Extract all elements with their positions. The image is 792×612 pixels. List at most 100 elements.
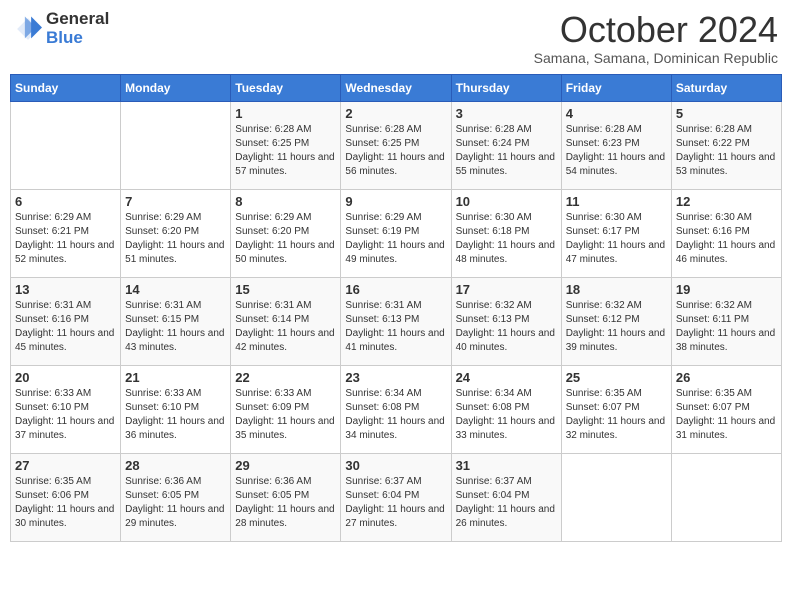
day-number: 18: [566, 282, 667, 297]
logo: General Blue: [14, 10, 109, 47]
day-info: Sunrise: 6:29 AMSunset: 6:21 PMDaylight:…: [15, 211, 116, 267]
day-info: Sunrise: 6:32 AMSunset: 6:11 PMDaylight:…: [676, 299, 777, 355]
day-number: 19: [676, 282, 777, 297]
calendar-cell: 27Sunrise: 6:35 AMSunset: 6:06 PMDayligh…: [11, 453, 121, 541]
calendar-cell: 14Sunrise: 6:31 AMSunset: 6:15 PMDayligh…: [121, 277, 231, 365]
calendar-cell: 9Sunrise: 6:29 AMSunset: 6:19 PMDaylight…: [341, 189, 451, 277]
day-number: 23: [345, 370, 446, 385]
day-info: Sunrise: 6:36 AMSunset: 6:05 PMDaylight:…: [125, 475, 226, 531]
day-info: Sunrise: 6:30 AMSunset: 6:17 PMDaylight:…: [566, 211, 667, 267]
calendar-cell: 28 Sunrise: 6:36 AMSunset: 6:05 PMDayligh…: [121, 453, 231, 541]
day-info: Sunrise: 6:32 AMSunset: 6:12 PMDaylight:…: [566, 299, 667, 355]
calendar-cell: 25 Sunrise: 6:35 AMSunset: 6:07 PMDayligh…: [561, 365, 671, 453]
day-info: Sunrise: 6:35 AMSunset: 6:07 PMDaylight:…: [566, 387, 667, 443]
day-info: Sunrise: 6:29 AMSunset: 6:20 PMDaylight:…: [125, 211, 226, 267]
week-row-3: 13 Sunrise: 6:31 AMSunset: 6:16 PMDayligh…: [11, 277, 782, 365]
day-number: 1: [235, 106, 336, 121]
title-block: October 2024 Samana, Samana, Dominican R…: [534, 10, 778, 66]
day-info: Sunrise: 6:34 AMSunset: 6:08 PMDaylight:…: [345, 387, 446, 443]
logo-blue: Blue: [46, 29, 109, 48]
calendar-cell: 26Sunrise: 6:35 AMSunset: 6:07 PMDayligh…: [671, 365, 781, 453]
day-number: 16: [345, 282, 446, 297]
day-number: 21: [125, 370, 226, 385]
day-info: Sunrise: 6:30 AMSunset: 6:18 PMDaylight:…: [456, 211, 557, 267]
page-header: General Blue October 2024 Samana, Samana…: [10, 10, 782, 66]
day-info: Sunrise: 6:28 AMSunset: 6:25 PMDaylight:…: [345, 123, 446, 179]
calendar-body: 1 Sunrise: 6:28 AMSunset: 6:25 PMDaylight…: [11, 101, 782, 541]
day-number: 29: [235, 458, 336, 473]
day-info: Sunrise: 6:31 AMSunset: 6:16 PMDaylight:…: [15, 299, 116, 355]
day-info: Sunrise: 6:28 AMSunset: 6:22 PMDaylight:…: [676, 123, 777, 179]
day-info: Sunrise: 6:31 AMSunset: 6:13 PMDaylight:…: [345, 299, 446, 355]
calendar-cell: 15Sunrise: 6:31 AMSunset: 6:14 PMDayligh…: [231, 277, 341, 365]
day-info: Sunrise: 6:33 AMSunset: 6:10 PMDaylight:…: [125, 387, 226, 443]
calendar-cell: 20 Sunrise: 6:33 AMSunset: 6:10 PMDayligh…: [11, 365, 121, 453]
logo-text: General Blue: [46, 10, 109, 47]
day-info: Sunrise: 6:28 AMSunset: 6:25 PMDaylight:…: [235, 123, 336, 179]
calendar-cell: 21 Sunrise: 6:33 AMSunset: 6:10 PMDayligh…: [121, 365, 231, 453]
day-number: 11: [566, 194, 667, 209]
day-info: Sunrise: 6:29 AMSunset: 6:19 PMDaylight:…: [345, 211, 446, 267]
day-header-tuesday: Tuesday: [231, 74, 341, 101]
day-number: 30: [345, 458, 446, 473]
day-number: 31: [456, 458, 557, 473]
calendar-cell: 6 Sunrise: 6:29 AMSunset: 6:21 PMDaylight…: [11, 189, 121, 277]
day-number: 12: [676, 194, 777, 209]
calendar-cell: 23 Sunrise: 6:34 AMSunset: 6:08 PMDayligh…: [341, 365, 451, 453]
day-number: 3: [456, 106, 557, 121]
day-number: 24: [456, 370, 557, 385]
calendar-cell: 1 Sunrise: 6:28 AMSunset: 6:25 PMDaylight…: [231, 101, 341, 189]
calendar-cell: 7Sunrise: 6:29 AMSunset: 6:20 PMDaylight…: [121, 189, 231, 277]
day-number: 27: [15, 458, 116, 473]
calendar-cell: 10 Sunrise: 6:30 AMSunset: 6:18 PMDayligh…: [451, 189, 561, 277]
day-number: 17: [456, 282, 557, 297]
day-number: 4: [566, 106, 667, 121]
calendar-cell: 17 Sunrise: 6:32 AMSunset: 6:13 PMDayligh…: [451, 277, 561, 365]
calendar-cell: 8 Sunrise: 6:29 AMSunset: 6:20 PMDaylight…: [231, 189, 341, 277]
logo-icon: [14, 15, 42, 43]
calendar-cell: 31Sunrise: 6:37 AMSunset: 6:04 PMDayligh…: [451, 453, 561, 541]
calendar-cell: 29 Sunrise: 6:36 AMSunset: 6:05 PMDayligh…: [231, 453, 341, 541]
calendar-cell: 5 Sunrise: 6:28 AMSunset: 6:22 PMDaylight…: [671, 101, 781, 189]
day-number: 20: [15, 370, 116, 385]
day-header-sunday: Sunday: [11, 74, 121, 101]
day-header-friday: Friday: [561, 74, 671, 101]
calendar-cell: 16 Sunrise: 6:31 AMSunset: 6:13 PMDayligh…: [341, 277, 451, 365]
calendar-cell: [11, 101, 121, 189]
day-info: Sunrise: 6:32 AMSunset: 6:13 PMDaylight:…: [456, 299, 557, 355]
day-info: Sunrise: 6:33 AMSunset: 6:10 PMDaylight:…: [15, 387, 116, 443]
calendar-cell: 11 Sunrise: 6:30 AMSunset: 6:17 PMDayligh…: [561, 189, 671, 277]
calendar-cell: 12Sunrise: 6:30 AMSunset: 6:16 PMDayligh…: [671, 189, 781, 277]
day-info: Sunrise: 6:36 AMSunset: 6:05 PMDaylight:…: [235, 475, 336, 531]
calendar-cell: [121, 101, 231, 189]
day-number: 25: [566, 370, 667, 385]
day-number: 13: [15, 282, 116, 297]
week-row-1: 1 Sunrise: 6:28 AMSunset: 6:25 PMDaylight…: [11, 101, 782, 189]
day-number: 6: [15, 194, 116, 209]
day-info: Sunrise: 6:31 AMSunset: 6:15 PMDaylight:…: [125, 299, 226, 355]
day-info: Sunrise: 6:28 AMSunset: 6:23 PMDaylight:…: [566, 123, 667, 179]
day-number: 8: [235, 194, 336, 209]
day-number: 22: [235, 370, 336, 385]
day-info: Sunrise: 6:29 AMSunset: 6:20 PMDaylight:…: [235, 211, 336, 267]
calendar-cell: [671, 453, 781, 541]
calendar-cell: 30 Sunrise: 6:37 AMSunset: 6:04 PMDayligh…: [341, 453, 451, 541]
month-title: October 2024: [534, 10, 778, 50]
calendar-cell: 4 Sunrise: 6:28 AMSunset: 6:23 PMDaylight…: [561, 101, 671, 189]
week-row-4: 20 Sunrise: 6:33 AMSunset: 6:10 PMDayligh…: [11, 365, 782, 453]
week-row-2: 6 Sunrise: 6:29 AMSunset: 6:21 PMDaylight…: [11, 189, 782, 277]
day-number: 5: [676, 106, 777, 121]
day-header-saturday: Saturday: [671, 74, 781, 101]
calendar-cell: 22Sunrise: 6:33 AMSunset: 6:09 PMDayligh…: [231, 365, 341, 453]
calendar-header-row: SundayMondayTuesdayWednesdayThursdayFrid…: [11, 74, 782, 101]
day-info: Sunrise: 6:31 AMSunset: 6:14 PMDaylight:…: [235, 299, 336, 355]
day-info: Sunrise: 6:28 AMSunset: 6:24 PMDaylight:…: [456, 123, 557, 179]
day-header-thursday: Thursday: [451, 74, 561, 101]
day-header-wednesday: Wednesday: [341, 74, 451, 101]
calendar-cell: 18 Sunrise: 6:32 AMSunset: 6:12 PMDayligh…: [561, 277, 671, 365]
day-number: 2: [345, 106, 446, 121]
day-number: 28: [125, 458, 226, 473]
calendar-cell: 19 Sunrise: 6:32 AMSunset: 6:11 PMDayligh…: [671, 277, 781, 365]
day-number: 10: [456, 194, 557, 209]
day-info: Sunrise: 6:37 AMSunset: 6:04 PMDaylight:…: [345, 475, 446, 531]
